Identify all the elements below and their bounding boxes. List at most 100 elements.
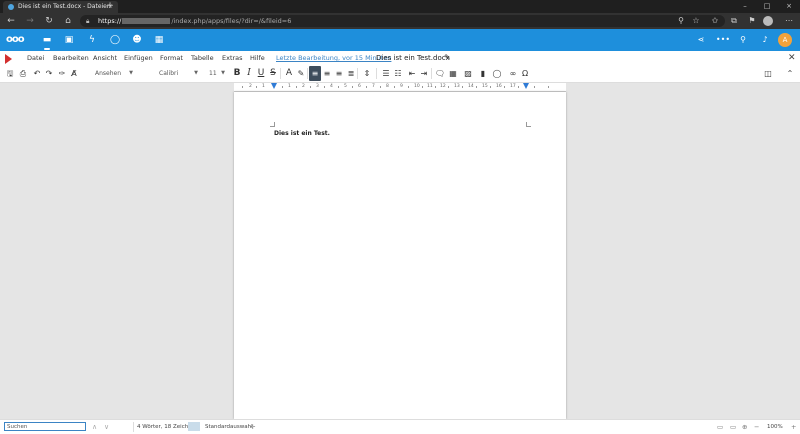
menu-hilfe[interactable]: Hilfe [250,51,265,65]
browser-tab[interactable]: Dies ist ein Test.docx - Dateien × [3,1,118,13]
files-app-icon[interactable]: ▬ [36,29,58,51]
align-right-icon[interactable]: ≡ [333,66,345,81]
ruler-tick [448,86,449,88]
ruler-tick [518,86,519,88]
justify-icon[interactable]: ≣ [345,66,357,81]
clear-formatting-icon[interactable]: A̸ [68,66,80,81]
calendar-app-icon[interactable]: ▦ [148,29,170,51]
new-tab-button[interactable]: + [104,0,116,13]
indent-icon[interactable]: ⇥ [418,66,430,81]
menu-format[interactable]: Format [160,51,183,65]
ruler-number: 14 [468,84,474,89]
search-prev-icon[interactable]: ∧ [92,420,97,434]
menu-einfuegen[interactable]: Einfügen [124,51,153,65]
menu-tabelle[interactable]: Tabelle [191,51,214,65]
extension-icon[interactable]: ⚑ [744,13,760,29]
insert-image-icon[interactable]: ▨ [462,66,474,81]
ruler-tick [422,86,423,88]
outdent-icon[interactable]: ⇤ [406,66,418,81]
collapse-toolbar-icon[interactable]: ⌃ [784,66,796,81]
search-next-icon[interactable]: ∨ [104,420,109,434]
special-character-icon[interactable]: Ω [519,66,531,81]
close-window-button[interactable]: × [778,0,800,13]
left-indent-marker[interactable] [271,83,277,89]
minimize-button[interactable]: – [734,0,756,13]
ruler-number: 6 [358,84,361,89]
document-name[interactable]: Dies ist ein Test.docx [376,51,450,65]
right-indent-marker[interactable] [523,83,529,89]
user-avatar[interactable]: A [778,33,792,47]
ruler[interactable]: 2 1 1 2 3 4 5 6 7 8 9 10 11 12 13 14 15 … [234,83,566,92]
font-size-select[interactable]: 11 ▼ [206,68,228,79]
numbered-list-icon[interactable]: ☷ [392,66,404,81]
menu-bearbeiten[interactable]: Bearbeiten [53,51,89,65]
bold-icon[interactable]: B [231,66,243,81]
favorite-star-icon[interactable]: ☆ [688,13,704,29]
underline-icon[interactable]: U [255,66,267,81]
highlight-icon[interactable]: ✎ [295,66,307,81]
contacts-app-icon[interactable]: ☻ [126,29,148,51]
insert-shape-icon[interactable]: ◯ [491,66,503,81]
comment-icon[interactable]: 🗨︎ [434,66,446,81]
print-icon[interactable]: ⎙ [17,66,29,81]
redo-icon[interactable]: ↷ [43,66,55,81]
zoom-out-icon[interactable]: − [754,420,759,434]
document-page[interactable]: Dies ist ein Test. [234,92,566,419]
search-icon[interactable]: ⚲ [733,29,753,51]
ruler-number: 3 [316,84,319,89]
zoom-level[interactable]: 100% [767,420,783,434]
strikethrough-icon[interactable]: S [267,66,279,81]
ruler-number: 15 [482,84,488,89]
forward-arrow-icon[interactable]: → [23,13,37,29]
undo-icon[interactable]: ↶ [31,66,43,81]
ruler-number: 4 [330,84,333,89]
share-icon[interactable]: ⋖ [691,29,711,51]
collections-icon[interactable]: ⧉ [726,13,742,29]
zoom-icon[interactable]: ⊕ [742,420,747,434]
browser-profile-avatar[interactable] [763,16,773,26]
line-spacing-icon[interactable]: ⇕ [361,66,373,81]
search-input[interactable]: Suchen [4,422,86,431]
zoom-key-icon[interactable]: ⚲ [673,13,689,29]
save-icon[interactable]: 🖫︎ [4,66,16,81]
last-edit-link[interactable]: Letzte Bearbeitung, vor 15 Minuten [276,51,391,65]
menu-ansicht[interactable]: Ansicht [93,51,117,65]
maximize-button[interactable]: □ [756,0,778,13]
font-color-icon[interactable]: A [283,66,295,81]
address-bar[interactable]: 🔒︎ https:// /index.php/apps/files/?dir=/&… [80,15,725,27]
favorites-icon[interactable]: ✩ [707,13,723,29]
insert-mode-icon[interactable]: ✛ [250,420,255,434]
photos-app-icon[interactable]: ▣ [58,29,80,51]
menu-datei[interactable]: Datei [27,51,44,65]
ruler-tick [256,86,257,88]
reload-icon[interactable]: ↻ [42,13,56,29]
align-left-icon[interactable]: ≡ [309,66,321,81]
close-document-icon[interactable]: ✕ [788,51,796,65]
more-icon[interactable]: ••• [713,29,733,51]
back-arrow-icon[interactable]: ← [4,13,18,29]
insert-link-icon[interactable]: ∞ [507,66,519,81]
menu-extras[interactable]: Extras [222,51,243,65]
bullet-list-icon[interactable]: ☰ [380,66,392,81]
clone-formatting-icon[interactable]: ✑ [56,66,68,81]
page-view-icon[interactable]: ▭ [717,420,723,434]
multi-page-icon[interactable]: ▭ [730,420,736,434]
italic-icon[interactable]: I [243,66,255,81]
sidebar-toggle-icon[interactable]: ◫ [762,66,774,81]
home-icon[interactable]: ⌂ [61,13,75,29]
ruler-tick [242,86,243,88]
align-center-icon[interactable]: ≡ [321,66,333,81]
font-name-select[interactable]: Calibri ▼ [141,68,201,79]
insert-table-icon[interactable]: ▦ [447,66,459,81]
nextcloud-logo[interactable]: ooo [6,34,32,46]
url-path: /index.php/apps/files/?dir=/&fileid=6 [171,17,292,25]
notifications-icon[interactable]: ♪ [755,29,775,51]
zoom-in-icon[interactable]: + [791,420,796,434]
paragraph-style-select[interactable]: Ansehen ▼ [88,68,136,79]
insert-chart-icon[interactable]: ▮ [477,66,489,81]
rename-pencil-icon[interactable]: ✎ [444,51,451,65]
activity-app-icon[interactable]: ϟ [81,29,103,51]
document-text[interactable]: Dies ist ein Test. [274,130,330,137]
talk-app-icon[interactable]: ◯ [104,29,126,51]
browser-menu-icon[interactable]: ⋯ [781,13,797,29]
